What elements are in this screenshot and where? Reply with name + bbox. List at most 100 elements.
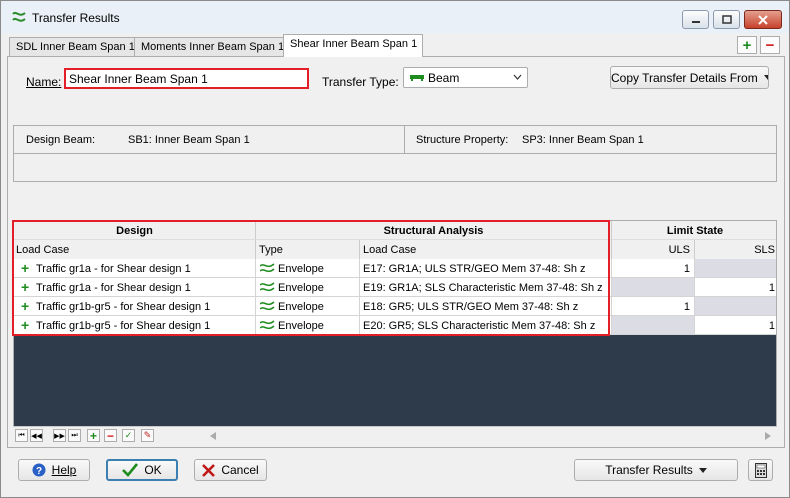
remove-tab-button[interactable]: − [760,36,780,54]
chevron-down-icon [513,74,522,80]
load-case-text: Traffic gr1b-gr5 - for Shear design 1 [36,320,211,332]
grid-cell-analysis-load-case[interactable]: E20: GR5; SLS Characteristic Mem 37-48: … [360,316,612,335]
tab-label: Moments Inner Beam Span 1 [141,41,285,53]
grid-cell-load-case[interactable]: + Traffic gr1a - for Shear design 1 [14,259,256,278]
cancel-button[interactable]: Cancel [194,459,267,481]
help-label: Help [51,463,77,477]
expand-plus-icon[interactable]: + [21,317,29,333]
plus-icon: + [742,36,752,54]
group-header-limit-state: Limit State [612,221,776,240]
scroll-left-icon[interactable] [210,432,216,440]
grid-cell-load-case[interactable]: + Traffic gr1b-gr5 - for Shear design 1 [14,297,256,316]
expand-plus-icon[interactable]: + [21,260,29,276]
cancel-edit-button[interactable]: ✎ [141,429,154,442]
copy-transfer-details-button[interactable]: Copy Transfer Details From [610,66,769,89]
transfer-results-label: Transfer Results [605,463,693,477]
grid-cell-type[interactable]: Envelope [256,316,360,335]
load-case-text: Traffic gr1b-gr5 - for Shear design 1 [36,301,211,313]
grid-cell-sls[interactable] [695,297,776,316]
grid-cell-analysis-load-case[interactable]: E19: GR1A; SLS Characteristic Mem 37-48:… [360,278,612,297]
structure-property-label: Structure Property: [416,134,509,146]
post-record-button[interactable]: ✓ [122,429,135,442]
envelope-icon [260,320,275,330]
grid-cell-type[interactable]: Envelope [256,278,360,297]
type-text: Envelope [278,263,324,275]
insert-record-button[interactable]: + [87,428,100,443]
ok-label: OK [144,463,162,477]
info-box: Design Beam: SB1: Inner Beam Span 1 Stru… [13,125,777,182]
grid-cell-uls[interactable]: 1 [612,259,695,278]
transfer-results-window: Transfer Results SDL Inner Beam Span 1 M… [0,0,790,498]
column-header-load-case[interactable]: Load Case [14,240,256,259]
grid-cell-uls[interactable] [612,316,695,335]
tab-sdl-inner-beam[interactable]: SDL Inner Beam Span 1 [9,37,141,56]
first-icon: ⏮ [18,431,25,439]
grid-cell-analysis-load-case[interactable]: E18: GR5; ULS STR/GEO Mem 37-48: Sh z [360,297,612,316]
cancel-x-icon [202,463,216,477]
minimize-button[interactable] [682,10,709,29]
grid-cell-sls[interactable]: 1 [695,278,776,297]
prior-icon: ◀◀ [31,432,42,440]
grid-cell-load-case[interactable]: + Traffic gr1a - for Shear design 1 [14,278,256,297]
first-record-button[interactable]: ⏮ [15,429,28,442]
grid-cell-load-case[interactable]: + Traffic gr1b-gr5 - for Shear design 1 [14,316,256,335]
last-record-button[interactable]: ⏭ [68,429,81,442]
grid-cell-uls[interactable]: 1 [612,297,695,316]
grid-cell-type[interactable]: Envelope [256,297,360,316]
close-icon [758,14,768,25]
design-beam-value: SB1: Inner Beam Span 1 [128,134,250,146]
help-icon: ? [32,463,46,477]
envelope-icon [260,301,275,311]
calculator-icon [754,462,767,478]
ok-button[interactable]: OK [106,459,178,481]
transfer-results-button[interactable]: Transfer Results [574,459,738,481]
expand-plus-icon[interactable]: + [21,279,29,295]
design-beam-label: Design Beam: [26,134,96,146]
cancel-edit-icon: ✎ [143,430,152,440]
maximize-button[interactable] [713,10,740,29]
close-button[interactable] [744,10,782,29]
add-tab-button[interactable]: + [737,36,757,54]
post-icon: ✓ [124,430,133,440]
cancel-label: Cancel [221,463,259,477]
transfer-type-select[interactable]: Beam [403,67,528,88]
column-header-type[interactable]: Type [256,240,360,259]
grid-cell-sls[interactable]: 1 [695,316,776,335]
help-button[interactable]: ? Help [18,459,90,481]
name-input[interactable]: Shear Inner Beam Span 1 [64,68,309,89]
last-icon: ⏭ [71,431,78,439]
transfer-icon [12,11,26,22]
load-case-text: Traffic gr1a - for Shear design 1 [36,282,191,294]
grid-cell-analysis-load-case[interactable]: E17: GR1A; ULS STR/GEO Mem 37-48: Sh z [360,259,612,278]
next-icon: ▶▶ [54,432,65,440]
column-header-analysis-load-case[interactable]: Load Case [360,240,612,259]
svg-text:?: ? [36,466,42,477]
column-header-uls[interactable]: ULS [612,240,695,259]
envelope-icon [260,282,275,292]
info-divider [404,126,405,154]
prior-record-button[interactable]: ◀◀ [30,429,43,442]
plus-icon: + [89,428,97,443]
minus-icon: − [765,36,775,54]
minus-icon: − [106,428,114,443]
envelope-icon [260,263,275,273]
window-title: Transfer Results [32,11,120,25]
calculator-button[interactable] [748,459,773,481]
tab-moments-inner-beam[interactable]: Moments Inner Beam Span 1 [134,37,291,56]
grid-cell-sls[interactable] [695,259,776,278]
grid-cell-uls[interactable] [612,278,695,297]
title-bar: Transfer Results [1,1,789,33]
dropdown-arrow-icon [763,75,768,80]
tab-label: SDL Inner Beam Span 1 [16,41,135,53]
dropdown-arrow-icon [698,467,707,473]
expand-plus-icon[interactable]: + [21,298,29,314]
tab-label: Shear Inner Beam Span 1 [290,38,418,50]
next-record-button[interactable]: ▶▶ [53,429,66,442]
name-label: Name: [26,75,62,89]
group-header-design: Design [14,221,256,240]
tab-shear-inner-beam[interactable]: Shear Inner Beam Span 1 [283,34,424,57]
grid-cell-type[interactable]: Envelope [256,259,360,278]
column-header-sls[interactable]: SLS [695,240,776,259]
delete-record-button[interactable]: − [104,428,117,443]
scroll-right-icon[interactable] [765,432,771,440]
